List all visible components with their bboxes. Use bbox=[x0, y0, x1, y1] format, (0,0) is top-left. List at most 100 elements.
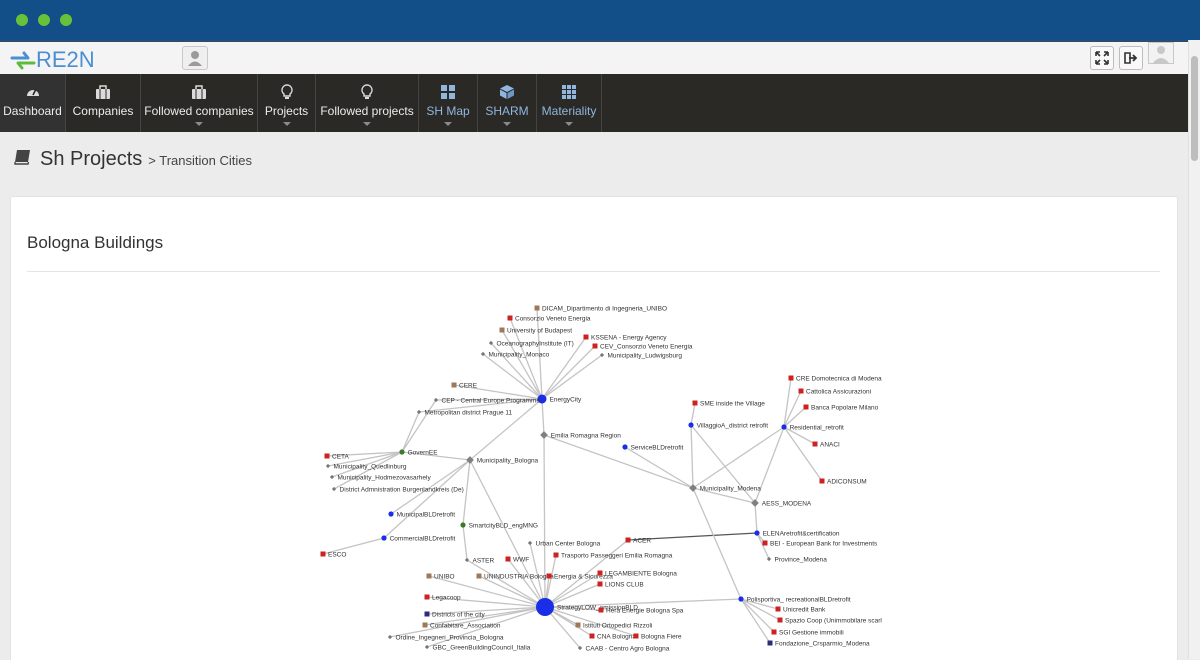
graph-edge bbox=[541, 345, 596, 400]
user-avatar-small[interactable] bbox=[182, 46, 208, 70]
graph-node-marker bbox=[689, 484, 697, 492]
graph-node-cere[interactable]: CERE bbox=[451, 382, 478, 390]
user-icon bbox=[1153, 46, 1169, 63]
graph-node-esco[interactable]: ESCO bbox=[320, 551, 347, 559]
nav-label: Followed projects bbox=[320, 104, 414, 118]
nav-item-followed-companies[interactable]: Followed companies bbox=[141, 74, 258, 132]
graph-node-municipality-hodmezovasarhely[interactable]: Municipality_Hodmezovasarhely bbox=[329, 475, 432, 482]
breadcrumb-current[interactable]: > Transition Cities bbox=[148, 153, 252, 168]
nav-item-dashboard[interactable]: Dashboard bbox=[0, 74, 66, 132]
graph-node-gbc-greenbuildingcouncil-italia[interactable]: GBC_GreenBuildingCouncil_Italia bbox=[424, 645, 531, 652]
graph-node-cattolica-assicurazioni[interactable]: Cattolica Assicurazioni bbox=[798, 388, 872, 396]
nav-item-sharm[interactable]: SHARM bbox=[478, 74, 537, 132]
window-dot-maximize[interactable] bbox=[60, 14, 72, 26]
graph-node-polisportiva-recreationalbldretrofit[interactable]: Polisportiva_ recreationalBLDretrofit bbox=[738, 596, 851, 604]
graph-node-ceta[interactable]: CETA bbox=[324, 453, 350, 461]
graph-node-urban-center-bologna[interactable]: Urban Center Bologna bbox=[527, 541, 601, 548]
nav-label: Followed companies bbox=[144, 104, 254, 118]
graph-node-bei-european-bank-for-investments[interactable]: BEI - European Bank for Investments bbox=[762, 540, 879, 548]
graph-node-label: Polisportiva_ recreationalBLDretrofit bbox=[747, 597, 851, 604]
graph-node-municipality-ludwigsburg[interactable]: Municipality_Ludwigsburg bbox=[599, 353, 682, 360]
graph-node-oceanographyinstitute-it[interactable]: OceanographyInstitute (IT) bbox=[488, 341, 574, 348]
chevron-down-icon bbox=[503, 122, 511, 126]
fullscreen-button[interactable] bbox=[1090, 46, 1114, 70]
graph-node-wwf[interactable]: WWF bbox=[505, 556, 530, 564]
graph-node-commercialbldretrofit[interactable]: CommercialBLDretrofit bbox=[381, 535, 456, 543]
graph-node-cep-central-europe-programme[interactable]: CEP - Central Europe Programme bbox=[433, 398, 541, 405]
user-avatar[interactable] bbox=[1148, 42, 1174, 64]
graph-node-label: Urban Center Bologna bbox=[536, 541, 601, 548]
graph-node-banca-popolare-milano[interactable]: Banca Popolare Milano bbox=[803, 404, 879, 412]
graph-node-smartcitybld-engmng[interactable]: SmartcityBLD_engMNG bbox=[460, 522, 538, 530]
graph-node-unibo[interactable]: UNIBO bbox=[426, 573, 455, 581]
network-graph[interactable]: DICAM_Dipartimento di Ingegneria_UNIBO Co… bbox=[11, 197, 1177, 660]
graph-node-province-modena[interactable]: Province_Modena bbox=[766, 557, 827, 564]
graph-node-anaci[interactable]: ANACI bbox=[812, 441, 841, 449]
graph-node-istituti-ortopedici-rizzoli[interactable]: Istituti Ortopedici Rizzoli bbox=[575, 622, 653, 630]
graph-node-confabitare-association[interactable]: Confabitare_Association bbox=[422, 622, 501, 630]
graph-node-lions-club[interactable]: LIONS CLUB bbox=[597, 581, 644, 589]
nav-item-sh-map[interactable]: SH Map bbox=[419, 74, 478, 132]
logout-button[interactable] bbox=[1119, 46, 1143, 70]
briefcase-icon bbox=[96, 85, 110, 99]
graph-node-spazio-coop-unimmobilare-scarl[interactable]: Spazio Coop (Unimmobilare scarl bbox=[777, 617, 883, 625]
graph-node-unindustria-bologna[interactable]: UNINDUSTRIA Bologna bbox=[476, 573, 555, 581]
nav-item-materiality[interactable]: Materiality bbox=[537, 74, 602, 132]
graph-node-cre-domotecnica-di-modena[interactable]: CRE Domotecnica di Modena bbox=[788, 375, 883, 383]
graph-node-metropolitan-district-prague-11[interactable]: Metropolitan district Prague 11 bbox=[416, 410, 513, 417]
graph-node-bologna-fiere[interactable]: Bologna Fiere bbox=[633, 633, 682, 641]
graph-node-municipality-quedlinburg[interactable]: Municipality_Quedlinburg bbox=[325, 464, 407, 471]
graph-node-residential-retrofit[interactable]: Residential_retrofit bbox=[781, 424, 844, 432]
nav-item-projects[interactable]: Projects bbox=[258, 74, 316, 132]
graph-node-consorzio-veneto-energia[interactable]: Consorzio Veneto Energia bbox=[507, 315, 591, 323]
graph-node-sme-inside-the-village[interactable]: SME inside the Village bbox=[692, 400, 766, 408]
graph-node-energia-sicurezza[interactable]: Energia & Sicurezza bbox=[546, 573, 614, 581]
graph-node-caab-centro-agro-bologna[interactable]: CAAB - Centro Agro Bologna bbox=[577, 646, 670, 653]
user-icon bbox=[188, 51, 202, 66]
graph-node-marker bbox=[622, 444, 628, 450]
graph-node-aess-modena[interactable]: AESS_MODENA bbox=[751, 499, 812, 508]
graph-node-elenaretrofit-certification[interactable]: ELENAretrofit&certification bbox=[754, 530, 840, 538]
graph-node-dicam-dipartimento-di-ingegneria-unibo[interactable]: DICAM_Dipartimento di Ingegneria_UNIBO bbox=[534, 305, 668, 313]
graph-node-energycity[interactable]: EnergyCity bbox=[537, 394, 583, 404]
graph-node-kssena-energy-agency[interactable]: KSSENA - Energy Agency bbox=[583, 334, 668, 342]
graph-node-marker bbox=[320, 551, 326, 557]
nav-item-companies[interactable]: Companies bbox=[66, 74, 141, 132]
page-scrollbar[interactable] bbox=[1188, 40, 1200, 659]
graph-node-cev-consorzio-veneto-energia[interactable]: CEV_Consorzio Veneto Energia bbox=[592, 343, 693, 351]
graph-node-cna-bologna[interactable]: CNA Bologna bbox=[589, 633, 637, 641]
graph-node-hera-energie-bologna-spa[interactable]: Hera Energie Bologna Spa bbox=[598, 607, 684, 615]
graph-node-trasporto-passeggeri-emilia-romagna[interactable]: Trasporto Passeggeri Emilia Romagna bbox=[553, 552, 673, 560]
graph-node-district-admnistration-burgenlandkreis-de[interactable]: District Admnistration Burgenlandkreis (… bbox=[331, 487, 464, 494]
graph-node-villaggioa-district-retrofit[interactable]: VillaggioA_district retrofit bbox=[688, 422, 768, 430]
app-logo[interactable]: RE2N bbox=[10, 47, 95, 72]
graph-node-university-of-budapest[interactable]: University of Budapest bbox=[499, 327, 573, 335]
graph-node-unicredit-bank[interactable]: Unicredit Bank bbox=[775, 606, 827, 614]
graph-node-fondazione-crsparmio-modena[interactable]: Fondazione_Crsparmio_Modena bbox=[767, 640, 871, 648]
graph-node-legambiente-bologna[interactable]: LEGAMBIENTE Bologna bbox=[597, 570, 678, 578]
graph-node-emilia-romagna-region[interactable]: Emilia Romagna Region bbox=[540, 431, 621, 440]
graph-node-districts-of-the-city[interactable]: Districts of the city bbox=[424, 611, 486, 619]
app-header: RE2N bbox=[0, 40, 1188, 76]
graph-node-acer[interactable]: ACER bbox=[625, 537, 652, 545]
graph-node-municipality-bologna[interactable]: Municipality_Bologna bbox=[466, 456, 539, 465]
window-dot-minimize[interactable] bbox=[38, 14, 50, 26]
nav-item-followed-projects[interactable]: Followed projects bbox=[316, 74, 419, 132]
graph-node-marker bbox=[324, 453, 330, 459]
graph-node-label: CommercialBLDretrofit bbox=[390, 536, 456, 543]
graph-node-legacoop[interactable]: Legacoop bbox=[424, 594, 461, 602]
graph-node-ordine-ingegneri-provincia-bologna[interactable]: Ordine_Ingegneri_Provincia_Bologna bbox=[387, 635, 504, 642]
graph-node-label: District Admnistration Burgenlandkreis (… bbox=[340, 487, 464, 494]
graph-node-adiconsum[interactable]: ADICONSUM bbox=[819, 478, 867, 486]
scrollbar-thumb[interactable] bbox=[1191, 56, 1198, 161]
nav-label: Projects bbox=[264, 104, 309, 118]
graph-node-municipality-modena[interactable]: Municipality_Modena bbox=[689, 484, 761, 493]
graph-node-marker bbox=[771, 629, 777, 635]
graph-node-servicebldretrofit[interactable]: ServiceBLDretrofit bbox=[622, 444, 684, 452]
graph-node-municipalbldretrofit[interactable]: MunicipalBLDretrofit bbox=[388, 511, 455, 519]
graph-node-municipality-monaco[interactable]: Municipality_Monaco bbox=[480, 352, 550, 359]
graph-node-marker bbox=[597, 570, 603, 576]
window-dot-close[interactable] bbox=[16, 14, 28, 26]
graph-node-marker bbox=[688, 422, 694, 428]
graph-node-sgi-gestione-immobili[interactable]: SGI Gestione immobili bbox=[771, 629, 844, 637]
